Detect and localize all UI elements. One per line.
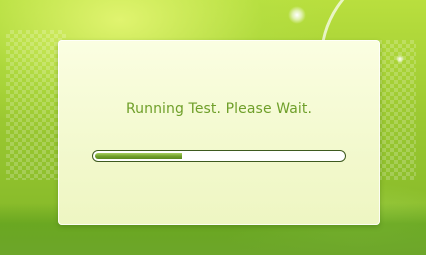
sparkle-icon <box>288 6 306 24</box>
sparkle-icon <box>396 55 404 63</box>
progress-bar <box>92 150 346 162</box>
progress-bar-fill <box>95 153 182 159</box>
progress-dialog: Running Test. Please Wait. <box>58 40 380 225</box>
background-pattern-left <box>6 30 66 180</box>
status-message: Running Test. Please Wait. <box>125 101 313 117</box>
